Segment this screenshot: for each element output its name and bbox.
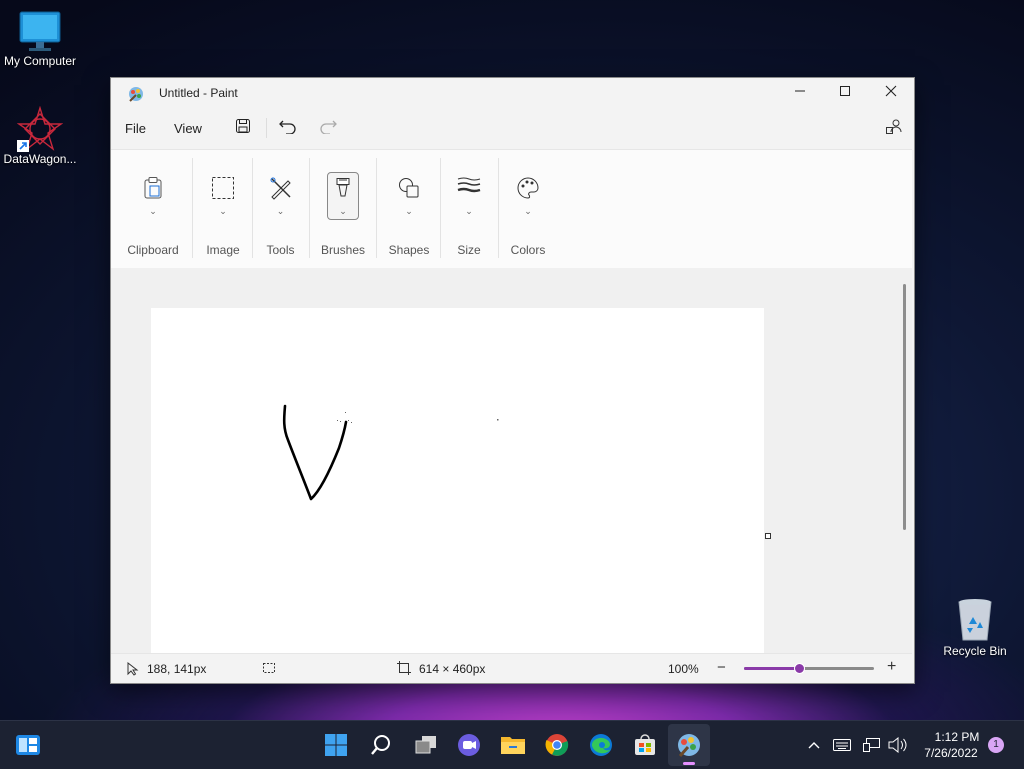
ribbon-group-tools[interactable]: ⌄ Tools <box>252 150 309 268</box>
canvas-resize-handle[interactable] <box>765 533 771 539</box>
active-app-indicator <box>683 762 695 765</box>
account-icon[interactable] <box>885 118 903 141</box>
tools-icon <box>269 176 293 205</box>
ribbon-group-label: Colors <box>510 243 546 257</box>
desktop-icon-my-computer[interactable]: My Computer <box>0 10 80 68</box>
chevron-down-icon: ⌄ <box>339 206 347 216</box>
ribbon-group-colors[interactable]: ⌄ Colors <box>500 150 556 268</box>
close-icon <box>885 84 897 102</box>
recycle-bin-icon <box>953 596 997 644</box>
palette-icon <box>516 176 540 205</box>
paint-taskbar-button[interactable] <box>668 724 710 766</box>
chevron-down-icon: ⌄ <box>149 206 157 216</box>
ribbon-group-label: Clipboard <box>127 243 179 257</box>
monitor-icon <box>18 10 62 54</box>
ribbon-group-shapes[interactable]: ⌄ Shapes <box>379 150 439 268</box>
shapes-icon <box>397 176 421 205</box>
ribbon-group-image[interactable]: ⌄ Image <box>195 150 251 268</box>
chevron-down-icon: ⌄ <box>465 206 473 216</box>
canvas-drawing <box>282 404 499 501</box>
task-view-icon[interactable] <box>412 731 440 759</box>
menu-view[interactable]: View <box>174 121 202 136</box>
desktop-icon-label: My Computer <box>3 54 77 68</box>
chevron-down-icon: ⌄ <box>405 206 413 216</box>
menu-bar: File View <box>111 110 914 146</box>
zoom-level: 100% <box>668 662 699 676</box>
undo-icon[interactable] <box>279 118 297 139</box>
selection-size-icon <box>262 662 276 677</box>
ribbon-separator <box>376 158 377 258</box>
paint-icon <box>675 731 703 759</box>
vertical-scrollbar[interactable] <box>903 284 906 530</box>
store-icon[interactable] <box>631 731 659 759</box>
redo-icon[interactable] <box>319 118 337 139</box>
network-icon[interactable] <box>858 731 886 759</box>
cursor-position: 188, 141px <box>147 662 207 676</box>
drawing-canvas[interactable] <box>151 308 764 653</box>
selection-icon <box>211 176 235 205</box>
ribbon-separator <box>498 158 499 258</box>
desktop-icon-recycle-bin[interactable]: Recycle Bin <box>935 596 1015 658</box>
zoom-slider[interactable] <box>744 663 874 674</box>
title-bar[interactable]: Untitled - Paint <box>111 78 914 108</box>
volume-icon[interactable] <box>884 731 912 759</box>
search-icon[interactable] <box>367 731 395 759</box>
status-bar: 188, 141px 614 × 460px 100% − + <box>111 653 912 683</box>
zoom-slider-fill <box>744 667 799 670</box>
start-icon[interactable] <box>322 731 350 759</box>
zoom-in-button[interactable]: + <box>887 658 896 676</box>
desktop-icon-label: DataWagon... <box>3 152 77 166</box>
maximize-button[interactable] <box>822 78 868 108</box>
paint-window: Untitled - Paint File View ⌄ Clipboard ⌄… <box>110 77 915 684</box>
ribbon-separator <box>309 158 310 258</box>
canvas-size-icon <box>397 661 411 678</box>
taskbar: 1:12 PM 7/26/2022 1 <box>0 720 1024 769</box>
chevron-down-icon: ⌄ <box>219 206 227 216</box>
zoom-slider-thumb[interactable] <box>793 663 805 674</box>
ribbon: ⌄ Clipboard ⌄ Image ⌄ Tools ⌄ Brushes ⌄ … <box>111 149 912 269</box>
canvas-workspace <box>111 268 912 653</box>
desktop-icon-label: Recycle Bin <box>943 644 1007 658</box>
minimize-icon <box>794 84 806 102</box>
desktop-icon-datawagon[interactable]: DataWagon... <box>0 105 80 166</box>
ribbon-group-label: Size <box>457 243 481 257</box>
ribbon-group-size[interactable]: ⌄ Size <box>441 150 497 268</box>
clock-date[interactable]: 7/26/2022 <box>912 746 990 760</box>
menu-file[interactable]: File <box>125 121 146 136</box>
chat-icon[interactable] <box>455 731 483 759</box>
chevron-down-icon: ⌄ <box>276 206 285 216</box>
keyboard-icon[interactable] <box>828 731 856 759</box>
widgets-icon[interactable] <box>14 731 42 759</box>
cursor-icon <box>127 661 139 679</box>
window-title: Untitled - Paint <box>159 86 238 100</box>
ribbon-group-label: Shapes <box>388 243 430 257</box>
brush-icon <box>334 177 352 204</box>
ribbon-group-label: Tools <box>266 243 295 257</box>
chevron-up-icon[interactable] <box>800 731 828 759</box>
ribbon-group-clipboard[interactable]: ⌄ Clipboard <box>119 150 187 268</box>
canvas-size: 614 × 460px <box>419 662 486 676</box>
file-explorer-icon[interactable] <box>499 731 527 759</box>
chrome-icon[interactable] <box>543 731 571 759</box>
close-button[interactable] <box>868 78 914 108</box>
datawagon-icon <box>16 105 64 152</box>
clock-time[interactable]: 1:12 PM <box>918 730 996 744</box>
maximize-icon <box>839 84 851 102</box>
menu-separator <box>266 118 267 138</box>
paint-app-icon <box>127 85 145 108</box>
notification-count: 1 <box>993 739 999 750</box>
ribbon-separator <box>192 158 193 258</box>
minimize-button[interactable] <box>777 78 823 108</box>
ribbon-group-label: Brushes <box>320 243 366 257</box>
size-icon <box>457 176 481 201</box>
clipboard-icon <box>142 176 164 205</box>
ribbon-group-label: Image <box>206 243 240 257</box>
zoom-out-button[interactable]: − <box>717 659 726 676</box>
save-icon[interactable] <box>235 118 251 139</box>
edge-icon[interactable] <box>587 731 615 759</box>
chevron-down-icon: ⌄ <box>524 206 532 216</box>
ribbon-group-brushes[interactable]: ⌄ Brushes <box>313 150 373 268</box>
notification-badge[interactable]: 1 <box>988 737 1004 753</box>
